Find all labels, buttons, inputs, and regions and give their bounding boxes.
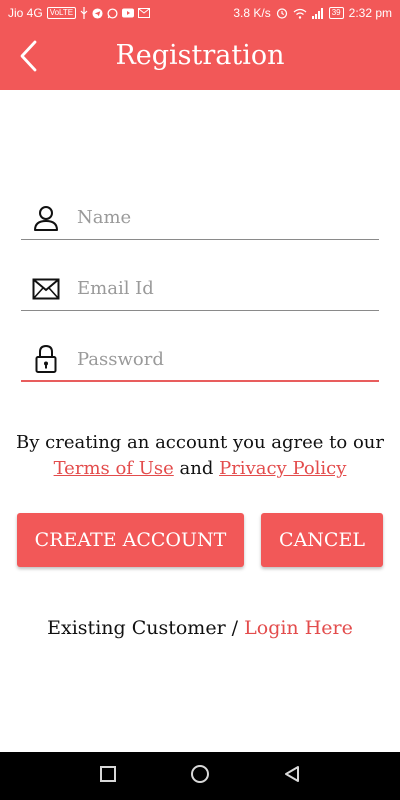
circle-icon: [190, 764, 210, 788]
navigation-bar: [0, 752, 400, 800]
name-field[interactable]: [21, 196, 379, 240]
volte-badge: VoLTE: [46, 7, 77, 19]
alarm-icon: [276, 7, 288, 19]
envelope-icon: [29, 274, 63, 304]
page-title: Registration: [115, 40, 285, 71]
lock-icon: [29, 344, 63, 374]
recents-button[interactable]: [93, 761, 123, 791]
existing-customer-line: Existing Customer / Login Here: [0, 617, 400, 639]
status-bar-left: Jio 4G VoLTE: [8, 6, 151, 20]
email-field[interactable]: [21, 267, 379, 311]
youtube-icon: [122, 8, 135, 18]
agreement-text: By creating an account you agree to our …: [0, 430, 400, 482]
whatsapp-icon: [107, 7, 118, 19]
back-nav-button[interactable]: [277, 761, 307, 791]
agreement-and: and: [179, 458, 214, 479]
create-account-button[interactable]: CREATE ACCOUNT: [17, 513, 244, 567]
user-icon: [29, 203, 63, 233]
wifi-icon: [293, 8, 307, 19]
square-icon: [99, 765, 117, 787]
email-input[interactable]: [77, 278, 367, 299]
network-speed: 3.8 K/s: [233, 6, 271, 20]
status-time: 2:32 pm: [348, 6, 392, 20]
status-bar: Jio 4G VoLTE 3.8 K/s 39 2:32 pm: [0, 0, 400, 26]
gmail-icon: [138, 8, 151, 18]
status-bar-right: 3.8 K/s 39 2:32 pm: [233, 6, 392, 20]
triangle-back-icon: [283, 765, 301, 787]
usb-icon: [80, 7, 88, 19]
password-input[interactable]: [77, 348, 367, 370]
name-input[interactable]: [77, 207, 367, 228]
password-field[interactable]: [21, 338, 379, 382]
agreement-line: By creating an account you agree to our: [16, 432, 384, 453]
app-bar: Registration: [0, 26, 400, 90]
privacy-link[interactable]: Privacy Policy: [219, 458, 346, 479]
agreement-links: Terms of Use and Privacy Policy: [0, 456, 400, 482]
telegram-icon: [92, 7, 103, 19]
cancel-button[interactable]: CANCEL: [261, 513, 383, 567]
carrier-label: Jio 4G: [8, 6, 43, 20]
login-link[interactable]: Login Here: [244, 617, 353, 639]
signal-icon: [311, 7, 324, 19]
home-button[interactable]: [185, 761, 215, 791]
existing-customer-label: Existing Customer /: [47, 617, 239, 639]
terms-link[interactable]: Terms of Use: [54, 458, 174, 479]
battery-icon: 39: [328, 7, 344, 19]
